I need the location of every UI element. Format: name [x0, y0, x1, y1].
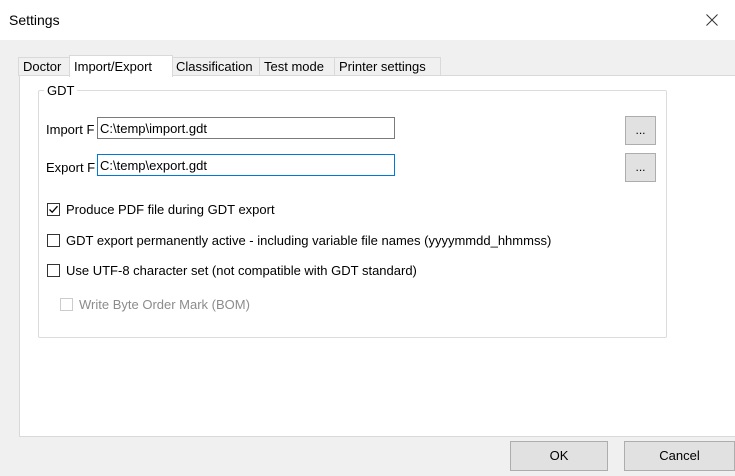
option-pdf-export[interactable]: Produce PDF file during GDT export [47, 202, 275, 217]
checkmark-icon [49, 205, 58, 214]
tab-printer-settings[interactable]: Printer settings [334, 57, 441, 76]
tab-classification[interactable]: Classification [171, 57, 261, 76]
option-utf8[interactable]: Use UTF-8 character set (not compatible … [47, 263, 417, 278]
ok-button[interactable]: OK [510, 441, 608, 471]
import-file-input[interactable] [97, 117, 395, 139]
option-bom: Write Byte Order Mark (BOM) [60, 297, 250, 312]
export-file-label: Export F [46, 160, 96, 175]
close-icon [706, 14, 718, 26]
window-title: Settings [9, 12, 60, 28]
tab-test-mode[interactable]: Test mode [259, 57, 336, 76]
export-browse-button[interactable]: ... [625, 153, 656, 182]
bom-checkbox [60, 298, 73, 311]
utf8-checkbox[interactable] [47, 264, 60, 277]
tab-import-export[interactable]: Import/Export [69, 55, 173, 77]
bom-label: Write Byte Order Mark (BOM) [79, 297, 250, 312]
permanent-export-checkbox[interactable] [47, 234, 60, 247]
pdf-export-checkbox[interactable] [47, 203, 60, 216]
utf8-label: Use UTF-8 character set (not compatible … [66, 263, 417, 278]
import-browse-button[interactable]: ... [625, 116, 656, 145]
title-bar: Settings [0, 0, 735, 40]
close-button[interactable] [689, 0, 735, 40]
permanent-export-label: GDT export permanently active - includin… [66, 233, 552, 248]
export-file-input[interactable] [97, 154, 395, 176]
tab-doctor[interactable]: Doctor [18, 57, 74, 76]
gdt-group-title: GDT [44, 83, 78, 98]
cancel-button[interactable]: Cancel [624, 441, 735, 471]
pdf-export-label: Produce PDF file during GDT export [66, 202, 275, 217]
option-permanent-export[interactable]: GDT export permanently active - includin… [47, 233, 551, 248]
import-file-label: Import F [46, 122, 95, 137]
